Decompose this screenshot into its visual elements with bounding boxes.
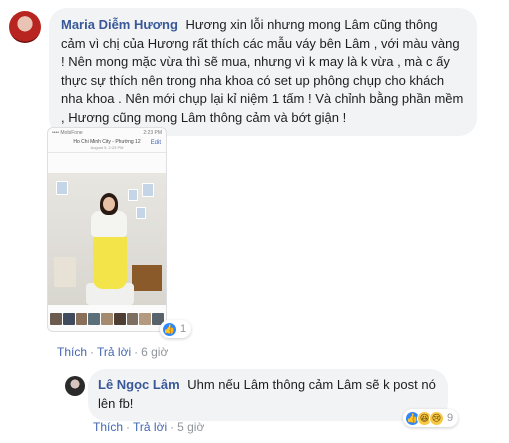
reply-author[interactable]: Lê Ngọc Lâm (98, 377, 180, 392)
thumbnail (62, 313, 75, 325)
phone-nav-bar: Ho Chi Minh City - Phường 12 August 9, 2… (48, 137, 166, 153)
comment-reactions[interactable]: 👍 1 (160, 320, 192, 338)
comment-actions: Thích · Trả lời · 6 giờ (57, 345, 168, 359)
clock-text: 2:23 PM (143, 130, 162, 136)
thumbnail (101, 313, 113, 325)
face (103, 197, 115, 211)
like-button[interactable]: Thích (57, 345, 87, 359)
thumbnail (126, 313, 139, 325)
photo-thumbnail-strip (48, 313, 166, 327)
carrier-text: •••• MobiFone (52, 130, 83, 136)
comment-bubble: Maria Diễm Hương Hương xin lỗi nhưng mon… (49, 8, 477, 136)
like-button[interactable]: Thích (93, 420, 123, 434)
reaction-count: 9 (447, 412, 454, 424)
separator: · (90, 345, 95, 359)
sad-reaction-icon: 😢 (429, 410, 444, 426)
reply-button[interactable]: Trả lời (133, 420, 167, 434)
thumbnail (88, 313, 101, 325)
side-panel (54, 257, 76, 287)
thumbnail (113, 313, 126, 325)
like-reaction-icon: 👍 (162, 321, 177, 337)
wall-picture (142, 183, 154, 197)
thumbnail (50, 313, 62, 325)
wall-picture (56, 181, 68, 195)
replier-avatar[interactable] (65, 376, 85, 396)
reaction-count: 1 (180, 323, 187, 335)
separator: · (170, 420, 175, 434)
separator: · (126, 420, 131, 434)
timestamp[interactable]: 5 giờ (177, 420, 204, 434)
separator: · (134, 345, 139, 359)
reply-actions: Thích · Trả lời · 5 giờ (93, 420, 204, 434)
timestamp[interactable]: 6 giờ (141, 345, 168, 359)
reply-bubble: Lê Ngọc Lâm Uhm nếu Lâm thông cảm Lâm sẽ… (88, 369, 448, 421)
edit-link: Edit (150, 140, 161, 146)
thumbnail (75, 313, 88, 325)
cardboard-box (132, 265, 162, 291)
comment-photo[interactable]: •••• MobiFone 2:23 PM Ho Chi Minh City -… (47, 127, 167, 332)
commenter-avatar[interactable] (9, 11, 41, 43)
reply-button[interactable]: Trả lời (97, 345, 131, 359)
portrait-photo (48, 173, 166, 305)
reply-reactions[interactable]: 👍 😆 😢 9 (403, 409, 459, 427)
phone-status-bar: •••• MobiFone 2:23 PM (48, 128, 166, 137)
wall-picture (128, 189, 138, 201)
wall-picture (136, 207, 146, 219)
comment-text: Hương xin lỗi nhưng mong Lâm cũng thông … (61, 17, 464, 125)
yellow-dress (93, 235, 127, 289)
thumbnail (139, 313, 152, 325)
photo-date: August 9, 2:23 PM (90, 145, 124, 150)
comment-author[interactable]: Maria Diễm Hương (61, 17, 178, 32)
